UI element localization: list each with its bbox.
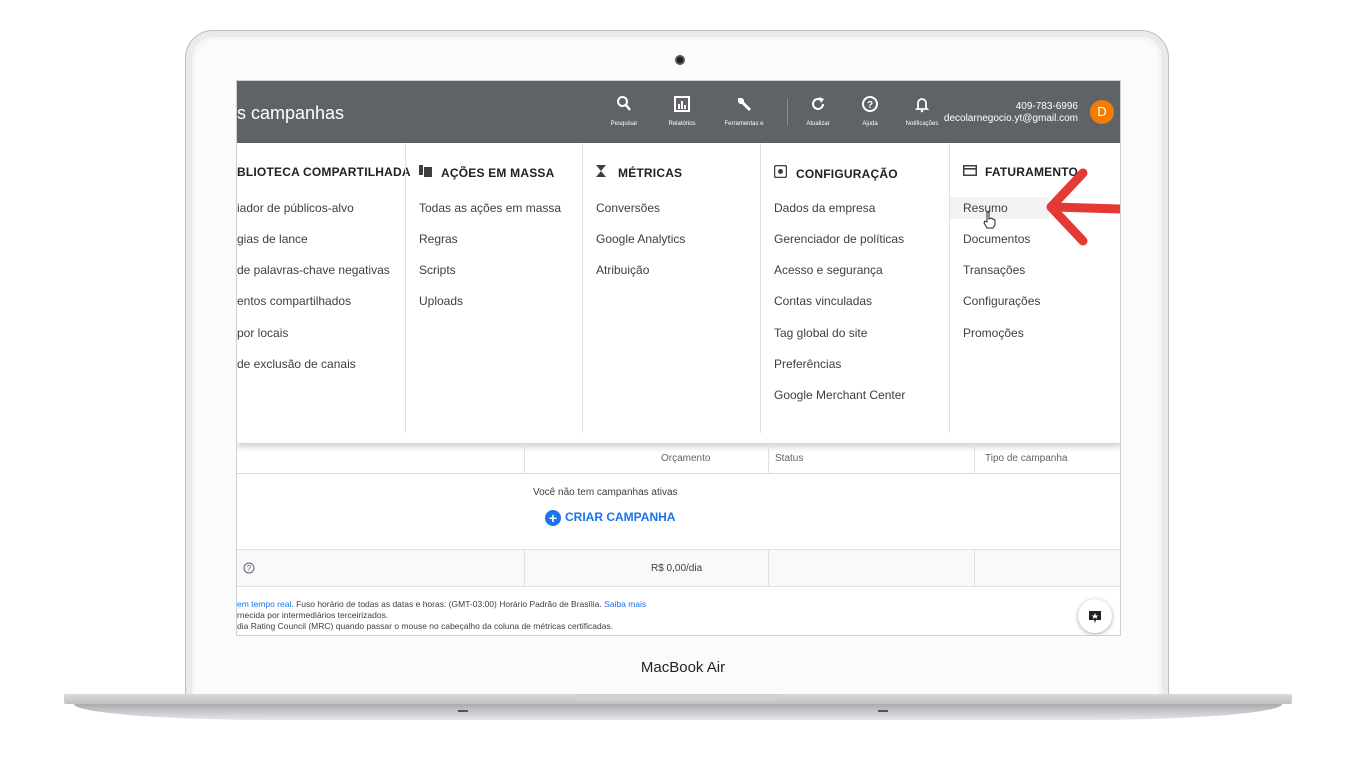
menu-header-shared-library: BLIOTECA COMPARTILHADA bbox=[237, 165, 411, 179]
menu-header-bulk-actions: AÇÕES EM MASSA bbox=[419, 165, 554, 180]
wrench-icon bbox=[719, 95, 769, 117]
menu-item[interactable]: Dados da empresa bbox=[774, 201, 875, 215]
menu-item[interactable]: entos compartilhados bbox=[237, 294, 351, 308]
refresh-button[interactable]: Atualizar bbox=[793, 95, 843, 127]
menu-item[interactable]: iador de públicos-alvo bbox=[237, 201, 354, 215]
column-divider bbox=[768, 550, 769, 586]
menu-item[interactable]: Promoções bbox=[963, 326, 1024, 340]
menu-item[interactable]: Preferências bbox=[774, 357, 841, 371]
menu-item[interactable]: Gerenciador de políticas bbox=[774, 232, 904, 246]
menu-item[interactable]: Regras bbox=[419, 232, 458, 246]
create-campaign-button[interactable]: + CRIAR CAMPANHA bbox=[545, 510, 675, 526]
tools-button[interactable]: Ferramentas e bbox=[719, 95, 769, 127]
column-divider bbox=[524, 443, 525, 473]
column-header-budget[interactable]: Orçamento bbox=[661, 453, 710, 464]
menu-item[interactable]: Google Merchant Center bbox=[774, 388, 905, 402]
account-id: 409-783-6996 bbox=[1015, 101, 1078, 112]
laptop-notch bbox=[574, 694, 782, 700]
totals-row: ? R$ 0,00/dia bbox=[237, 549, 1120, 587]
menu-item[interactable]: por locais bbox=[237, 326, 288, 340]
device-label: MacBook Air bbox=[640, 659, 726, 676]
column-divider bbox=[974, 550, 975, 586]
svg-text:?: ? bbox=[867, 100, 873, 111]
laptop-base bbox=[64, 694, 1292, 720]
menu-item[interactable]: gias de lance bbox=[237, 232, 308, 246]
feedback-icon bbox=[1089, 611, 1101, 624]
table-header: Orçamento Status Tipo de campanha bbox=[237, 443, 1120, 474]
help-button[interactable]: ? Ajuda bbox=[845, 95, 895, 127]
hourglass-icon bbox=[596, 165, 612, 180]
column-divider bbox=[524, 550, 525, 586]
learn-more-link[interactable]: Saiba mais bbox=[604, 599, 646, 609]
menu-item[interactable]: Acesso e segurança bbox=[774, 263, 883, 277]
search-icon bbox=[599, 95, 649, 117]
menu-item[interactable]: Contas vinculadas bbox=[774, 294, 872, 308]
svg-text:?: ? bbox=[247, 564, 252, 573]
menu-header-configuration: CONFIGURAÇÃO bbox=[773, 164, 898, 181]
column-divider bbox=[974, 443, 975, 473]
menu-header-metrics: MÉTRICAS bbox=[596, 165, 682, 180]
toolbar-divider bbox=[787, 99, 788, 125]
empty-message: Você não tem campanhas ativas bbox=[533, 487, 678, 498]
notifications-button[interactable]: Notificações bbox=[897, 95, 947, 127]
settings-icon bbox=[773, 164, 790, 181]
menu-item[interactable]: Configurações bbox=[963, 294, 1040, 308]
menu-item[interactable]: Google Analytics bbox=[596, 232, 685, 246]
menu-item[interactable]: Todas as ações em massa bbox=[419, 201, 561, 215]
column-header-status[interactable]: Status bbox=[775, 453, 803, 464]
search-button[interactable]: Pesquisar bbox=[599, 95, 649, 127]
column-header-campaign-type[interactable]: Tipo de campanha bbox=[985, 453, 1067, 464]
menu-item[interactable]: Uploads bbox=[419, 294, 463, 308]
red-arrow-annotation bbox=[1046, 168, 1120, 246]
menu-column-metrics: MÉTRICAS Conversões Google Analytics Atr… bbox=[582, 143, 761, 433]
help-icon: ? bbox=[845, 95, 895, 117]
feedback-button[interactable] bbox=[1078, 599, 1112, 633]
avatar[interactable]: D bbox=[1090, 100, 1114, 124]
footer-notes: em tempo real. Fuso horário de todas as … bbox=[237, 599, 647, 631]
empty-state: Você não tem campanhas ativas + CRIAR CAM… bbox=[237, 473, 1120, 549]
account-info[interactable]: 409-783-6996 decolarnegocio.yt@gmail.com bbox=[944, 101, 1078, 125]
menu-column-configuration: CONFIGURAÇÃO Dados da empresa Gerenciado… bbox=[760, 143, 950, 433]
menu-item[interactable]: Documentos bbox=[963, 232, 1030, 246]
bell-icon bbox=[897, 95, 947, 117]
page-title: s campanhas bbox=[237, 103, 345, 123]
screen: s campanhas Pesquisar Relatórios Ferrame… bbox=[236, 80, 1121, 636]
menu-item[interactable]: Tag global do site bbox=[774, 326, 867, 340]
bulk-actions-icon bbox=[419, 165, 435, 180]
menu-column-shared-library: BLIOTECA COMPARTILHADA iador de públicos… bbox=[237, 143, 411, 433]
menu-column-bulk-actions: AÇÕES EM MASSA Todas as ações em massa R… bbox=[405, 143, 583, 433]
camera-icon bbox=[675, 55, 685, 65]
credit-card-icon bbox=[963, 165, 979, 179]
menu-item[interactable]: Scripts bbox=[419, 263, 456, 277]
realtime-link[interactable]: em tempo real bbox=[237, 599, 291, 609]
menu-item[interactable]: Atribuição bbox=[596, 263, 649, 277]
reports-button[interactable]: Relatórios bbox=[657, 95, 707, 127]
total-budget: R$ 0,00/dia bbox=[651, 563, 703, 574]
refresh-icon bbox=[793, 95, 843, 117]
account-email: decolarnegocio.yt@gmail.com bbox=[943, 113, 1078, 124]
plus-icon: + bbox=[545, 510, 561, 526]
column-divider bbox=[768, 443, 769, 473]
tools-menu: BLIOTECA COMPARTILHADA iador de públicos… bbox=[237, 143, 1120, 443]
menu-item[interactable]: Conversões bbox=[596, 201, 660, 215]
menu-item[interactable]: de palavras-chave negativas bbox=[237, 263, 390, 277]
reports-icon bbox=[657, 95, 707, 117]
help-circle-icon[interactable]: ? bbox=[243, 562, 255, 574]
hand-cursor-icon bbox=[983, 211, 996, 229]
menu-item[interactable]: Transações bbox=[963, 263, 1025, 277]
top-bar: s campanhas Pesquisar Relatórios Ferrame… bbox=[237, 81, 1120, 143]
menu-item[interactable]: de exclusão de canais bbox=[237, 357, 356, 371]
